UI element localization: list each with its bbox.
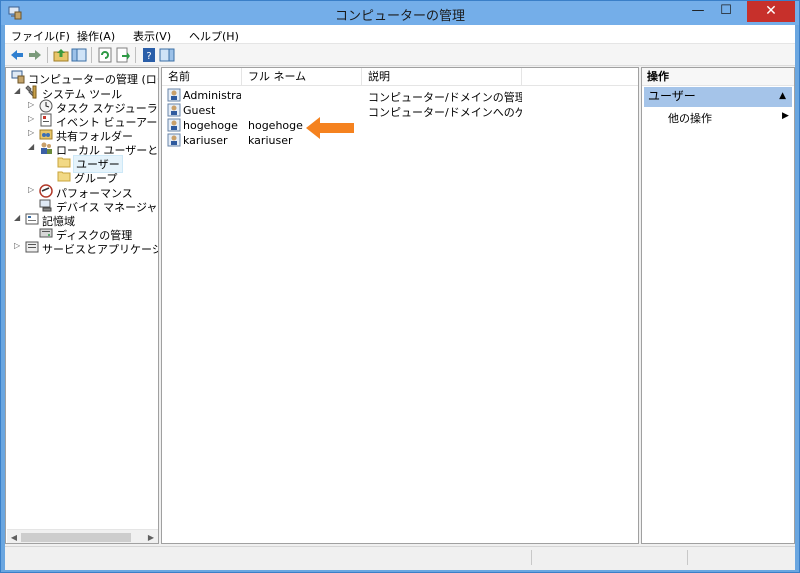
menu-view[interactable]: 表示(V) — [133, 28, 171, 44]
computer-management-icon — [11, 70, 25, 84]
tree-expander[interactable]: ▷ — [14, 241, 24, 250]
actions-section-label: ユーザー — [648, 89, 696, 103]
table-row[interactable]: kariuser kariuser — [162, 133, 638, 148]
horizontal-scrollbar[interactable]: ◀ ▶ — [7, 529, 158, 543]
toolbar-separator — [135, 47, 136, 63]
help-icon[interactable]: ? — [141, 47, 157, 63]
tree-expander[interactable]: ▷ — [28, 128, 38, 137]
export-list-icon[interactable] — [115, 47, 131, 63]
tree-item-label: グループ — [74, 172, 118, 185]
show-hide-tree-icon[interactable] — [71, 47, 87, 63]
cell-name: Guest — [183, 104, 216, 117]
folder-icon — [57, 171, 71, 182]
collapse-icon[interactable]: ▲ — [779, 87, 786, 106]
cell-name: hogehoge — [183, 119, 238, 132]
window-title: コンピューターの管理 — [334, 9, 465, 24]
table-row[interactable]: Guest コンピューター/ドメインへのゲスト アク... — [162, 103, 638, 119]
scroll-right-arrow[interactable]: ▶ — [145, 531, 157, 543]
user-icon — [167, 88, 181, 102]
menu-help[interactable]: ヘルプ(H) — [189, 28, 239, 44]
clock-icon — [39, 99, 53, 113]
actions-pane: 操作 ユーザー ▲ 他の操作 ▶ — [641, 67, 795, 544]
status-separator — [687, 550, 688, 565]
user-icon — [167, 133, 181, 147]
cell-name: kariuser — [183, 134, 228, 147]
actions-section-users[interactable]: ユーザー ▲ — [644, 87, 792, 107]
system-tools-icon — [25, 85, 37, 99]
forward-arrow-icon[interactable] — [27, 47, 43, 63]
actions-header: 操作 — [642, 68, 794, 86]
title-bar[interactable]: コンピューターの管理 — ☐ ✕ — [1, 1, 799, 25]
column-header-blank — [522, 68, 638, 86]
local-users-groups-icon — [41, 142, 52, 154]
event-viewer-icon — [40, 113, 52, 127]
client-area: ファイル(F) 操作(A) 表示(V) ヘルプ(H) ? コンピューターの管理 … — [5, 25, 795, 570]
close-button[interactable]: ✕ — [747, 1, 795, 22]
column-header-full-name[interactable]: フル ネーム — [242, 68, 362, 86]
up-folder-icon[interactable] — [53, 47, 69, 63]
device-manager-icon — [39, 199, 52, 212]
tree-expander[interactable]: ◢ — [14, 86, 24, 95]
table-row[interactable]: Administra... コンピューター/ドメインの管理用 (ビル... — [162, 88, 638, 104]
app-window: コンピューターの管理 — ☐ ✕ ファイル(F) 操作(A) 表示(V) ヘルプ… — [0, 0, 800, 573]
menu-bar: ファイル(F) 操作(A) 表示(V) ヘルプ(H) — [5, 25, 795, 44]
tree-expander[interactable]: ▷ — [28, 185, 38, 194]
storage-icon — [25, 213, 39, 225]
status-bar — [5, 546, 795, 567]
tree-item-label: コンピューターの管理 (ローカル) — [28, 73, 158, 86]
tree-expander[interactable]: ▷ — [28, 100, 38, 109]
menu-file[interactable]: ファイル(F) — [11, 28, 70, 44]
scrollbar-thumb[interactable] — [21, 533, 131, 542]
toolbar-separator — [91, 47, 92, 63]
column-header-description[interactable]: 説明 — [362, 68, 522, 86]
tree-expander[interactable]: ◢ — [28, 142, 38, 151]
back-arrow-icon[interactable] — [9, 47, 25, 63]
table-row[interactable]: hogehoge hogehoge — [162, 118, 638, 133]
disk-management-icon — [39, 228, 53, 238]
more-actions-item[interactable]: 他の操作 — [668, 110, 712, 126]
status-separator — [531, 550, 532, 565]
tree-expander[interactable]: ◢ — [14, 213, 24, 222]
scroll-left-arrow[interactable]: ◀ — [8, 531, 20, 543]
user-list[interactable]: 名前 フル ネーム 説明 Administra... コンピューター/ドメインの… — [161, 67, 639, 544]
show-hide-action-pane-icon[interactable] — [159, 47, 175, 63]
user-icon — [167, 103, 181, 117]
performance-icon — [39, 184, 53, 198]
navigation-tree[interactable]: コンピューターの管理 (ローカル) ◢ システム ツール ▷ タスク スケジュー… — [5, 67, 159, 544]
cell-name: Administra... — [183, 89, 241, 102]
maximize-button[interactable]: ☐ — [712, 1, 740, 22]
minimize-button[interactable]: — — [684, 1, 712, 22]
annotation-arrow-icon — [306, 117, 354, 139]
column-header-name[interactable]: 名前 — [162, 68, 242, 86]
user-icon — [167, 118, 181, 132]
submenu-arrow-icon: ▶ — [782, 111, 789, 121]
tree-expander[interactable]: ▷ — [28, 114, 38, 123]
menu-action[interactable]: 操作(A) — [77, 28, 115, 44]
toolbar: ? — [5, 44, 795, 66]
toolbar-separator — [47, 47, 48, 63]
svg-text:?: ? — [146, 51, 151, 62]
services-icon — [25, 241, 39, 253]
shared-folder-icon — [39, 129, 53, 140]
folder-icon — [57, 157, 71, 168]
refresh-icon[interactable] — [97, 47, 113, 63]
tree-item-label: サービスとアプリケーション — [42, 243, 158, 256]
